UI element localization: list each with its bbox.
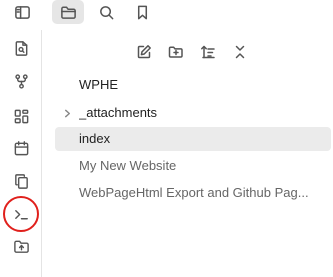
ribbon-terminal-button[interactable] xyxy=(9,202,33,226)
ribbon-file-search-button[interactable] xyxy=(9,36,33,60)
vault-name[interactable]: WPHE xyxy=(55,73,331,97)
copy-icon xyxy=(14,173,28,189)
ribbon-templates-button[interactable] xyxy=(9,169,33,193)
ribbon-daily-note-button[interactable] xyxy=(9,136,33,160)
sort-icon xyxy=(201,45,215,59)
collapse-all-icon xyxy=(235,45,245,59)
git-fork-icon xyxy=(14,73,28,89)
new-folder-button[interactable] xyxy=(166,42,186,62)
tree-item-label: WebPageHtml Export and Github Pag... xyxy=(79,185,309,200)
layout-dashboard-icon xyxy=(14,109,28,123)
terminal-icon xyxy=(14,209,28,219)
bookmarks-tab-button[interactable] xyxy=(128,0,156,24)
tree-item-label: index xyxy=(79,131,111,146)
new-folder-icon xyxy=(168,46,183,58)
tree-item-webpagehtml-export[interactable]: WebPageHtml Export and Github Pag... xyxy=(55,181,331,205)
tree-item-label: _attachments xyxy=(79,105,158,120)
search-icon xyxy=(99,5,113,19)
search-tab-button[interactable] xyxy=(92,0,120,24)
tree-item-attachments-folder[interactable]: _attachments xyxy=(55,101,331,125)
files-tab-button[interactable] xyxy=(52,0,84,24)
sidebar-toggle-button[interactable] xyxy=(8,0,36,24)
file-search-icon xyxy=(15,40,27,56)
tree-item-index[interactable]: index xyxy=(55,127,331,151)
new-note-icon xyxy=(137,45,151,59)
chevron-right-icon[interactable] xyxy=(61,106,73,120)
calendar-icon xyxy=(14,140,28,155)
tree-item-my-new-website[interactable]: My New Website xyxy=(55,154,331,178)
left-ribbon xyxy=(0,30,42,277)
folder-icon xyxy=(60,6,76,19)
vault-name-label: WPHE xyxy=(79,77,118,92)
tree-item-label: My New Website xyxy=(79,158,177,173)
collapse-all-button[interactable] xyxy=(230,42,250,62)
bookmark-icon xyxy=(137,5,147,19)
new-note-button[interactable] xyxy=(134,42,154,62)
ribbon-canvas-button[interactable] xyxy=(9,104,33,128)
ribbon-graph-button[interactable] xyxy=(9,69,33,93)
folder-upload-icon xyxy=(13,240,29,253)
ribbon-export-button[interactable] xyxy=(9,234,33,258)
top-tab-bar xyxy=(0,0,333,26)
sort-button[interactable] xyxy=(198,42,218,62)
sidebar-toggle-icon xyxy=(14,5,30,19)
